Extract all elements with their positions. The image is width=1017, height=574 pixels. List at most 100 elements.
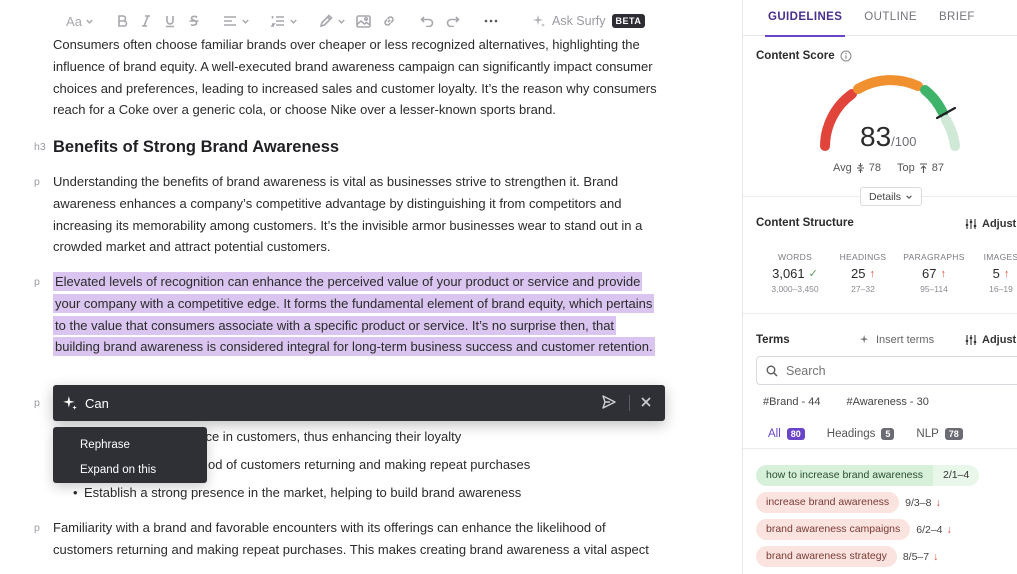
chip-awareness[interactable]: #Awareness - 30: [846, 396, 928, 408]
italic-icon: [142, 15, 150, 27]
more-options-button[interactable]: [478, 8, 504, 34]
image-button[interactable]: [350, 8, 376, 34]
paragraph-benefits[interactable]: Understanding the benefits of brand awar…: [53, 171, 663, 258]
content-score-label: Content Score: [756, 50, 835, 62]
paragraph-familiarity[interactable]: Familiarity with a brand and favorable e…: [53, 517, 663, 561]
content-structure-title: Content Structure: [756, 217, 854, 229]
content-score-title: Content Score: [756, 50, 852, 62]
numbered-list-icon: [270, 16, 284, 27]
metric-value: 25: [851, 266, 866, 281]
underline-button[interactable]: [158, 8, 182, 34]
ask-surfy-button[interactable]: Ask Surfy BETA: [532, 14, 646, 28]
term-name: brand awareness strategy: [756, 546, 897, 567]
close-icon: [641, 397, 651, 407]
count-badge: 80: [786, 428, 805, 440]
chevron-down-icon: [241, 19, 249, 24]
metric-label: PARAGRAPHS: [903, 252, 965, 262]
top-score: Top 87: [897, 162, 944, 174]
search-icon: [766, 365, 778, 376]
terms-adjust-button[interactable]: Adjust: [965, 334, 1016, 346]
ai-prompt-bar: [53, 385, 665, 421]
terms-filter-tabs: All 80 Headings 5 NLP 78: [768, 428, 963, 440]
avg-score: Avg 78: [833, 162, 881, 174]
arrow-up-icon: ↑: [869, 267, 875, 280]
send-icon: [602, 395, 616, 409]
term-item[interactable]: brand awareness campaigns 6/2–4 ↓: [756, 519, 979, 540]
paragraph-selected[interactable]: Elevated levels of recognition can enhan…: [53, 271, 659, 358]
metric-headings: HEADINGS 25 ↑ 27–32: [829, 252, 897, 294]
strikethrough-icon: [189, 15, 199, 26]
highlight-dropdown[interactable]: [314, 8, 350, 34]
details-button[interactable]: Details: [860, 187, 922, 206]
info-icon[interactable]: [840, 50, 852, 62]
block-type-p-label: p: [34, 397, 40, 409]
score-number: 83: [860, 121, 892, 152]
underline-icon: [166, 16, 174, 28]
avg-value: 78: [868, 162, 882, 174]
tab-brief[interactable]: BRIEF: [928, 0, 986, 36]
term-count: 2/1–4: [933, 465, 980, 486]
guidelines-sidebar: GUIDELINES OUTLINE BRIEF Content Score 8…: [742, 0, 1017, 574]
divider: [629, 395, 630, 411]
metric-range: 3,000–3,450: [771, 284, 819, 294]
section-heading[interactable]: Benefits of Strong Brand Awareness: [53, 138, 339, 157]
filter-label: NLP: [916, 428, 939, 440]
top-arrow-icon: [919, 163, 927, 173]
divider: [743, 313, 1017, 314]
block-type-p-label: p: [34, 522, 40, 534]
strikethrough-button[interactable]: [182, 8, 206, 34]
beta-badge: BETA: [611, 14, 646, 28]
ai-prompt-input[interactable]: [85, 395, 565, 411]
tab-outline[interactable]: OUTLINE: [853, 0, 928, 36]
close-button[interactable]: [639, 395, 653, 414]
terms-search-field[interactable]: [756, 356, 1017, 385]
more-icon: [484, 19, 498, 23]
paragraph-brand-equity[interactable]: Consumers often choose familiar brands o…: [53, 34, 663, 121]
terms-search-input[interactable]: [786, 363, 986, 378]
filter-tab-nlp[interactable]: NLP 78: [916, 428, 963, 440]
term-item[interactable]: brand awareness strategy 8/5–7 ↓: [756, 546, 979, 567]
menu-item-expand[interactable]: Expand on this: [53, 458, 207, 483]
block-type-p-label: p: [34, 176, 40, 188]
metric-paragraphs: PARAGRAPHS 67 ↑ 95–114: [897, 252, 971, 294]
sparkle-icon: [533, 15, 545, 27]
count-badge: 78: [944, 428, 963, 440]
italic-button[interactable]: [134, 8, 158, 34]
chip-brand[interactable]: #Brand - 44: [763, 396, 820, 408]
tab-guidelines[interactable]: GUIDELINES: [757, 0, 853, 37]
bold-button[interactable]: [110, 8, 134, 34]
redo-button[interactable]: [440, 8, 466, 34]
send-button[interactable]: [601, 394, 617, 415]
metric-words: WORDS 3,061 ✓ 3,000–3,450: [761, 252, 829, 294]
term-item[interactable]: increase brand awareness 9/3–8 ↓: [756, 492, 979, 513]
arrow-down-icon: ↓: [946, 523, 952, 536]
filter-tab-headings[interactable]: Headings 5: [827, 428, 895, 440]
font-size-dropdown[interactable]: Aa: [62, 8, 98, 34]
align-left-icon: [223, 16, 236, 26]
term-item[interactable]: how to increase brand awareness 2/1–4: [756, 465, 980, 486]
link-button[interactable]: [376, 8, 402, 34]
arrow-down-icon: ↓: [935, 496, 941, 509]
selected-text-highlight[interactable]: Elevated levels of recognition can enhan…: [53, 272, 655, 357]
undo-icon: [420, 16, 434, 27]
list-dropdown[interactable]: [266, 8, 302, 34]
align-dropdown[interactable]: [218, 8, 254, 34]
image-icon: [355, 14, 371, 28]
filter-tab-all[interactable]: All 80: [768, 428, 805, 440]
list-item[interactable]: Establish a strong presence in the marke…: [73, 479, 530, 507]
font-size-label: Aa: [66, 13, 82, 29]
menu-item-rephrase[interactable]: Rephrase: [53, 433, 207, 458]
ask-surfy-label: Ask Surfy: [552, 14, 606, 28]
check-icon: ✓: [808, 268, 818, 280]
ai-suggestions-menu: Rephrase Expand on this: [53, 427, 207, 483]
chevron-down-icon: [86, 19, 93, 24]
metric-images: IMAGES 5 ↑ 16–19: [971, 252, 1017, 294]
term-name: how to increase brand awareness: [756, 465, 934, 486]
undo-button[interactable]: [414, 8, 440, 34]
link-icon: [384, 16, 394, 26]
insert-terms-button[interactable]: Insert terms: [859, 334, 934, 346]
structure-adjust-button[interactable]: Adjust: [965, 218, 1016, 230]
details-label: Details: [868, 190, 902, 203]
adjust-label: Adjust: [982, 218, 1017, 230]
term-count: 6/2–4: [916, 523, 943, 536]
